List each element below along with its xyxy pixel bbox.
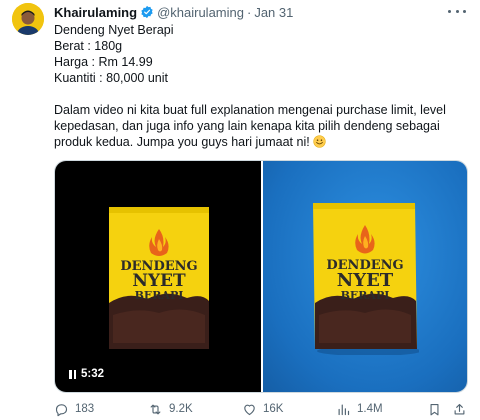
tweet-line: Harga : Rm 14.99 — [54, 55, 153, 69]
retweet-button[interactable]: 9.2K — [148, 402, 193, 417]
tweet-line: Dendeng Nyet Berapi — [54, 23, 174, 37]
views-icon — [338, 404, 350, 415]
product-text: NYET — [337, 270, 394, 291]
share-button[interactable] — [452, 402, 467, 417]
like-count: 16K — [263, 403, 284, 415]
avatar[interactable] — [12, 3, 44, 35]
media-container[interactable]: DENDENG NYET BERAPI 5:32 DENDENG NYET BE… — [54, 160, 468, 393]
tweet-date[interactable]: Jan 31 — [254, 5, 293, 20]
bookmark-button[interactable] — [427, 402, 442, 417]
display-name[interactable]: Khairulaming — [54, 5, 137, 20]
product-pouch-image: DENDENG NYET BERAPI — [107, 203, 211, 351]
product-text: BERAPI — [341, 289, 390, 302]
tweet-line: Berat : 180g — [54, 39, 123, 53]
handle[interactable]: @khairulaming — [157, 5, 244, 20]
more-icon[interactable] — [448, 3, 466, 19]
reply-button[interactable]: 183 — [54, 402, 94, 417]
reply-icon — [55, 403, 68, 416]
video-duration-badge[interactable]: 5:32 — [63, 364, 111, 384]
views-count: 1.4M — [357, 403, 383, 415]
product-text: NYET — [132, 271, 186, 291]
reply-count: 183 — [75, 403, 95, 415]
separator-dot: · — [246, 4, 252, 20]
tweet-line: Kuantiti : 80,000 unit — [54, 71, 168, 85]
like-icon — [244, 404, 255, 415]
image-panel[interactable]: DENDENG NYET BERAPI — [263, 161, 467, 392]
retweet-count: 9.2K — [169, 403, 193, 415]
smiling-face-emoji-icon — [313, 135, 326, 148]
like-button[interactable]: 16K — [242, 402, 283, 417]
views-button[interactable]: 1.4M — [336, 402, 383, 417]
tweet-text: Dendeng Nyet Berapi Berat : 180g Harga :… — [54, 22, 464, 150]
verified-icon — [140, 5, 154, 19]
video-panel[interactable]: DENDENG NYET BERAPI 5:32 — [55, 161, 261, 392]
pause-icon[interactable] — [69, 369, 76, 379]
retweet-icon — [150, 404, 161, 414]
tweet[interactable]: Khairulaming @khairulaming · Jan 31 Dend… — [0, 0, 480, 420]
tweet-paragraph: Dalam video ni kita buat full explanatio… — [54, 102, 464, 150]
product-pouch-image: DENDENG NYET BERAPI — [311, 199, 419, 355]
bookmark-icon — [430, 403, 439, 415]
tweet-header: Khairulaming @khairulaming · Jan 31 — [54, 4, 293, 20]
action-bar: 183 9.2K 16K 1.4M — [54, 400, 468, 418]
product-text: BERAPI — [135, 289, 184, 302]
video-duration: 5:32 — [81, 368, 105, 380]
share-icon — [454, 403, 465, 414]
tweet-paragraph-text: Dalam video ni kita buat full explanatio… — [54, 103, 446, 149]
